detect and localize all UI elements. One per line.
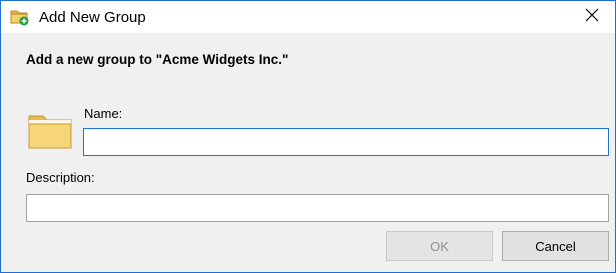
window-title: Add New Group (39, 9, 146, 26)
description-label: Description: (26, 170, 95, 185)
description-input[interactable] (26, 194, 609, 222)
ok-button[interactable]: OK (386, 231, 493, 261)
name-input[interactable] (83, 128, 609, 156)
close-button[interactable] (569, 1, 615, 33)
title-bar: Add New Group (1, 1, 615, 33)
folder-icon (27, 108, 73, 150)
folder-add-icon (10, 8, 30, 26)
name-label: Name: (84, 106, 123, 121)
cancel-button[interactable]: Cancel (502, 231, 609, 261)
close-icon (585, 8, 599, 27)
dialog-heading: Add a new group to "Acme Widgets Inc." (26, 52, 289, 67)
add-new-group-dialog: Add New Group Add a new group to "Acme W… (0, 0, 616, 273)
